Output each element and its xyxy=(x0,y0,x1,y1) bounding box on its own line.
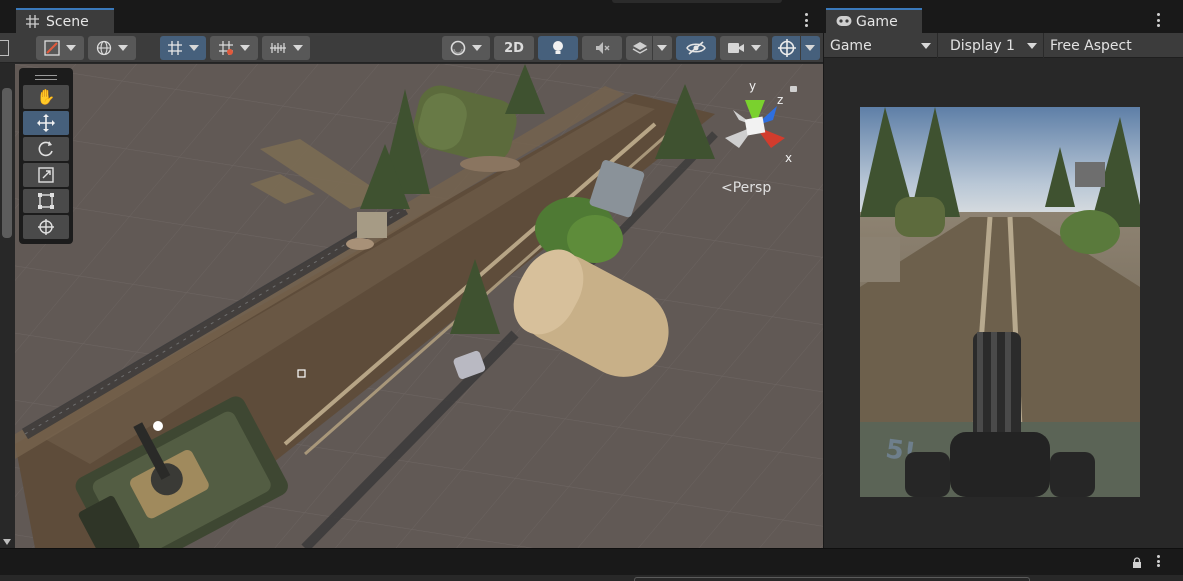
tab-scene-label: Scene xyxy=(46,13,89,30)
gutter-button[interactable] xyxy=(0,40,9,56)
scene-more-menu-icon[interactable] xyxy=(800,11,812,29)
tab-scene[interactable]: Scene xyxy=(16,8,114,33)
lighting-toggle[interactable] xyxy=(538,36,578,60)
transform-tool-button[interactable] xyxy=(23,215,69,239)
grid-snap-icon xyxy=(168,41,182,55)
scale-tool-button[interactable] xyxy=(23,163,69,187)
tab-game[interactable]: Game xyxy=(826,8,922,33)
rotate-icon xyxy=(38,141,53,157)
effects-dropdown[interactable] xyxy=(626,36,672,60)
display-value: Display 1 xyxy=(950,37,1015,54)
bottom-search-box[interactable] xyxy=(634,577,1030,581)
display-select[interactable]: Display 1 xyxy=(938,33,1044,58)
gizmo-x-label: x xyxy=(785,151,792,165)
scene-camera-dropdown[interactable] xyxy=(720,36,768,60)
game-right-bar xyxy=(1171,59,1183,548)
grid-snap-dropdown[interactable] xyxy=(160,36,206,60)
chevron-down-icon xyxy=(921,43,931,49)
window-top-strip xyxy=(0,0,1183,8)
camera-icon xyxy=(728,43,744,53)
tools-overlay: ✋ xyxy=(19,68,73,244)
gizmo-y-label: y xyxy=(749,79,756,93)
scene-viewport[interactable]: ✋ y z x <Persp xyxy=(15,64,823,548)
projection-toggle[interactable]: <Persp xyxy=(721,180,771,196)
hand-icon: ✋ xyxy=(36,88,56,106)
game-view-select[interactable]: Game xyxy=(824,33,938,58)
orientation-gizmo[interactable]: y z x xyxy=(715,78,795,168)
bottom-more-menu-icon[interactable] xyxy=(1152,553,1164,569)
scene-left-gutter xyxy=(0,40,15,548)
lock-icon[interactable] xyxy=(1132,557,1142,569)
transform-icon xyxy=(38,219,54,235)
sphere-icon xyxy=(450,40,466,56)
persp-chevron-icon: < xyxy=(721,180,733,196)
scene-toolbar: 2D xyxy=(0,33,823,63)
globe-icon xyxy=(96,40,112,56)
ruler-icon xyxy=(270,43,286,53)
ruler-dropdown[interactable] xyxy=(262,36,310,60)
game-render: 5! xyxy=(860,107,1140,497)
game-view[interactable]: 5! xyxy=(860,107,1140,497)
hand-tool-button[interactable]: ✋ xyxy=(23,85,69,109)
tools-grip-icon[interactable] xyxy=(22,71,70,83)
eye-hidden-icon xyxy=(686,41,706,55)
bottom-panel-header xyxy=(0,548,1183,581)
projection-label: Persp xyxy=(732,180,772,196)
draw-mode-dropdown[interactable] xyxy=(36,36,84,60)
gamepad-icon xyxy=(836,15,852,29)
scene-panel: Scene 2D ✋ y z x <Persp xyxy=(0,8,823,548)
audio-toggle[interactable] xyxy=(582,36,622,60)
move-arrows-icon xyxy=(37,114,55,132)
muted-speaker-icon xyxy=(596,42,610,54)
scene-scrollbar-thumb[interactable] xyxy=(2,88,12,238)
aspect-select[interactable]: Free Aspect xyxy=(1044,33,1174,58)
snap-magnet-icon xyxy=(219,41,233,55)
chevron-down-icon xyxy=(1027,43,1037,49)
scale-icon xyxy=(38,167,54,183)
lightbulb-icon xyxy=(553,41,563,54)
global-local-dropdown[interactable] xyxy=(88,36,136,60)
scroll-down-arrow-icon[interactable] xyxy=(3,539,11,545)
game-more-menu-icon[interactable] xyxy=(1152,11,1164,29)
crate xyxy=(357,212,387,238)
gizmo-crosshair-icon xyxy=(777,39,796,57)
rect-transform-icon xyxy=(38,193,54,209)
rotate-tool-button[interactable] xyxy=(23,137,69,161)
rect-tool-button[interactable] xyxy=(23,189,69,213)
top-notch xyxy=(612,0,782,3)
scene-visibility-toggle[interactable] xyxy=(676,36,716,60)
shading-mode-icon xyxy=(44,40,60,56)
game-panel: Game Game Display 1 Free Aspect 5! xyxy=(824,8,1183,548)
increment-snap-dropdown[interactable] xyxy=(210,36,258,60)
toggle-2d-label: 2D xyxy=(504,40,524,56)
layers-effects-icon xyxy=(632,42,647,54)
scene-tab-bar: Scene xyxy=(0,8,823,33)
grid-icon xyxy=(26,14,40,29)
gizmos-dropdown[interactable] xyxy=(772,36,820,60)
game-toolbar: Game Display 1 Free Aspect xyxy=(824,33,1183,58)
game-view-value: Game xyxy=(830,37,872,54)
tab-game-label: Game xyxy=(856,13,898,30)
game-tab-bar: Game xyxy=(824,8,1183,33)
scene-render xyxy=(15,64,823,548)
render-mode-dropdown[interactable] xyxy=(442,36,490,60)
move-tool-button[interactable] xyxy=(23,111,69,135)
bottom-strip xyxy=(0,575,1183,581)
toggle-2d-button[interactable]: 2D xyxy=(494,36,534,60)
gizmo-z-label: z xyxy=(777,93,783,107)
aspect-value: Free Aspect xyxy=(1050,37,1132,54)
gizmo-center-cube[interactable] xyxy=(744,116,766,136)
